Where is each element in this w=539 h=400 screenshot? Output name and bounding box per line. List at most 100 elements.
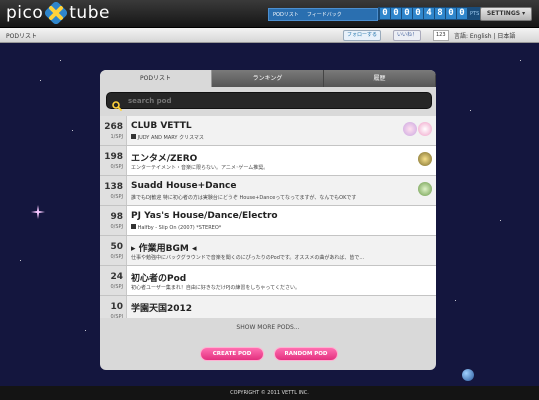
avatar[interactable]	[418, 182, 432, 196]
music-note-icon	[131, 224, 136, 229]
listener-count-number: 50	[110, 242, 123, 252]
pod-title: PJ Yas's House/Dance/Electro	[131, 211, 278, 221]
listener-count-number: 24	[110, 272, 123, 282]
search-input[interactable]	[126, 95, 420, 106]
points-digit: 0	[391, 8, 401, 19]
nav-link-podlist[interactable]: PODリスト	[269, 11, 303, 18]
pod-title: エンタメ/ZERO	[131, 154, 198, 164]
points-digit: 0	[457, 8, 467, 19]
listener-count: 268 1/SPJ	[100, 116, 127, 145]
pod-row[interactable]: 268 1/SPJ CLUB VETTL JUDY AND MARY クリスマス	[100, 116, 436, 146]
listener-count: 138 0/SPJ	[100, 176, 127, 205]
points-digit: 8	[435, 8, 445, 19]
avatar[interactable]	[418, 122, 432, 136]
planet-icon	[462, 369, 474, 381]
star-decoration	[72, 130, 73, 131]
pod-subtitle: 仕事や勉強中にバックグラウンドで音楽を聞くのにぴったりのPodです。オススメの曲…	[131, 255, 365, 261]
search-box	[106, 92, 432, 111]
music-note-icon	[131, 134, 136, 139]
tab-ranking[interactable]: ランキング	[212, 70, 324, 87]
pod-row[interactable]: 98 0/SPJ PJ Yas's House/Dance/Electro Ha…	[100, 206, 436, 236]
star-decoration	[60, 60, 61, 61]
pod-title: Suadd House+Dance	[131, 181, 237, 191]
listener-count-number: 138	[104, 182, 123, 192]
star-decoration	[20, 260, 21, 261]
create-pod-button[interactable]: CREATE POD	[200, 347, 264, 361]
star-decoration	[500, 220, 501, 221]
spj-count: 1/SPJ	[110, 134, 123, 140]
listener-count: 98 0/SPJ	[100, 206, 127, 235]
twitter-follow-button[interactable]: フォローする	[343, 30, 382, 41]
like-count: 123	[433, 30, 449, 41]
listener-count: 24 0/SPJ	[100, 266, 127, 295]
pod-now-playing: Halfby - Slip On (2007) *STEREO*	[131, 224, 221, 231]
pod-subtitle: Halfby - Slip On (2007) *STEREO*	[137, 225, 222, 231]
pod-row[interactable]: 138 0/SPJ Suadd House+Dance 誰でもDJ歓迎 特に初心…	[100, 176, 436, 206]
spj-count: 0/SPJ	[110, 164, 123, 170]
search-icon	[112, 96, 122, 111]
points-label: PTS	[470, 10, 480, 17]
logo[interactable]: pico tube	[6, 1, 110, 25]
logo-text-left: pico	[6, 3, 44, 23]
show-more-button[interactable]: SHOW MORE PODS...	[100, 318, 436, 338]
pod-title: 初心者のPod	[131, 274, 187, 284]
top-header: pico tube PODリスト フィードバック 0 0 0 0 4 8 0 0…	[0, 0, 539, 28]
nav-link-feedback[interactable]: フィードバック	[303, 11, 346, 18]
random-pod-button[interactable]: RANDOM POD	[274, 347, 338, 361]
logo-text-right: tube	[69, 3, 110, 23]
pod-subtitle: 誰でもDJ歓迎 特に初心者の方は実験台にどうぞ House+Danceってなって…	[131, 195, 357, 201]
points-digit: 4	[424, 8, 434, 19]
spj-count: 0/SPJ	[110, 224, 123, 230]
avatar-group	[417, 182, 432, 196]
avatar-group	[417, 152, 432, 166]
star-decoration	[455, 300, 456, 301]
pod-row[interactable]: 50 0/SPJ ▸ 作業用BGM ◂ 仕事や勉強中にバックグラウンドで音楽を聞…	[100, 236, 436, 266]
settings-button[interactable]: SETTINGS ▾	[480, 7, 532, 21]
pod-title: CLUB VETTL	[131, 121, 192, 131]
star-decoration	[85, 330, 86, 331]
tab-bar: PODリスト ランキング 履歴	[100, 70, 436, 87]
pod-list: 268 1/SPJ CLUB VETTL JUDY AND MARY クリスマス…	[100, 116, 436, 326]
language-switcher[interactable]: 言語: English | 日本語	[454, 31, 515, 40]
pod-title: 学園天国2012	[131, 304, 193, 314]
star-decoration	[40, 80, 41, 81]
avatar-group	[402, 122, 432, 136]
facebook-like-button[interactable]: いいね！	[393, 30, 422, 41]
pod-now-playing: JUDY AND MARY クリスマス	[131, 134, 204, 141]
star-decoration	[470, 110, 471, 111]
listener-count-number: 268	[104, 122, 123, 132]
spj-count: 0/SPJ	[110, 194, 123, 200]
star-decoration	[520, 60, 521, 61]
footer-copyright: COPYRIGHT © 2011 VETTL INC.	[0, 386, 539, 400]
sub-header: PODリスト フォローする いいね！ 123 言語: English | 日本語	[0, 28, 539, 43]
pod-subtitle: JUDY AND MARY クリスマス	[137, 135, 204, 141]
breadcrumb: PODリスト	[6, 33, 37, 40]
points-digit: 0	[413, 8, 423, 19]
listener-count-number: 98	[110, 212, 123, 222]
points-digit: 0	[446, 8, 456, 19]
points-digit: 0	[380, 8, 390, 19]
points-counter: 0 0 0 0 4 8 0 0 PTS	[378, 7, 482, 20]
listener-count-number: 10	[110, 302, 123, 312]
search-area	[100, 87, 436, 114]
sparkle-icon	[31, 205, 45, 219]
pod-subtitle: 初心者ユーザー集まれ！自由に好きなだけPJの練習をしちゃってください。	[131, 285, 300, 291]
points-digit: 0	[402, 8, 412, 19]
tab-podlist[interactable]: PODリスト	[100, 70, 212, 87]
tab-history[interactable]: 履歴	[324, 70, 436, 87]
logo-x-icon	[45, 1, 68, 25]
pod-panel: PODリスト ランキング 履歴 268 1/SPJ CLUB VETTL	[100, 70, 436, 370]
avatar[interactable]	[418, 152, 432, 166]
listener-count: 50 0/SPJ	[100, 236, 127, 265]
listener-count: 198 0/SPJ	[100, 146, 127, 175]
pod-row[interactable]: 198 0/SPJ エンタメ/ZERO エンターテイメント・音楽に限らない。アニ…	[100, 146, 436, 176]
pod-row[interactable]: 24 0/SPJ 初心者のPod 初心者ユーザー集まれ！自由に好きなだけPJの練…	[100, 266, 436, 296]
spj-count: 0/SPJ	[110, 254, 123, 260]
pod-title: ▸ 作業用BGM ◂	[131, 244, 197, 254]
pod-subtitle: エンターテイメント・音楽に限らない。アニメ･ゲーム推奨。	[131, 165, 269, 171]
page: { "header": { "logo_left": "pico", "logo…	[0, 0, 539, 400]
header-nav: PODリスト フィードバック	[268, 8, 378, 21]
spj-count: 0/SPJ	[110, 284, 123, 290]
avatar[interactable]	[403, 122, 417, 136]
listener-count-number: 198	[104, 152, 123, 162]
